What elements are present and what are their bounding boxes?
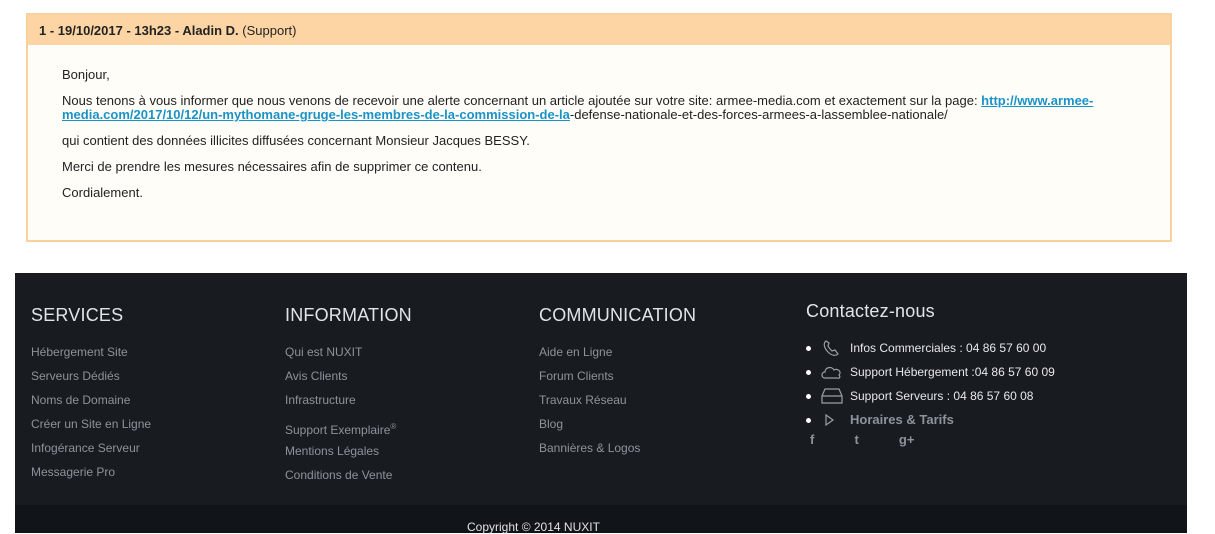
server-icon bbox=[821, 388, 843, 404]
ticket-body: Bonjour, Nous tenons à vous informer que… bbox=[28, 45, 1170, 200]
contact-horaires-label: Horaires & Tarifs bbox=[850, 412, 954, 427]
contact-horaires[interactable]: Horaires & Tarifs bbox=[806, 408, 1166, 432]
social-links: f t g+ bbox=[810, 431, 939, 449]
footer-link-conditions[interactable]: Conditions de Vente bbox=[285, 463, 412, 487]
bullet bbox=[806, 418, 811, 423]
ticket-author-role: (Support) bbox=[242, 23, 297, 38]
contact-serveurs-label: Support Serveurs : bbox=[850, 389, 951, 403]
ticket-header: 1 - 19/10/2017 - 13h23 - Aladin D. (Supp… bbox=[28, 15, 1170, 45]
cloud-icon bbox=[821, 366, 841, 379]
footer-bottom-bar: Copyright © 2014 NUXIT bbox=[15, 505, 1187, 534]
ticket-paragraph-alert: Nous tenons à vous informer que nous ven… bbox=[62, 94, 1136, 122]
contact-commercial: Infos Commerciales : 04 86 57 60 00 bbox=[806, 336, 1166, 360]
contact-commercial-phone: 04 86 57 60 00 bbox=[962, 341, 1047, 355]
ticket-link-suffix: -defense-nationale-et-des-forces-armees-… bbox=[569, 107, 948, 122]
footer-link-forum[interactable]: Forum Clients bbox=[539, 364, 696, 388]
google-plus-icon[interactable]: g+ bbox=[899, 432, 939, 447]
contact-hebergement: Support Hébergement :04 86 57 60 09 bbox=[806, 360, 1166, 384]
footer-information: INFORMATION Qui est NUXIT Avis Clients I… bbox=[285, 305, 412, 487]
ticket-greeting: Bonjour, bbox=[62, 67, 110, 82]
ticket-paragraph-content: qui contient des données illicites diffu… bbox=[62, 133, 530, 148]
footer-link-messagerie[interactable]: Messagerie Pro bbox=[31, 460, 151, 484]
footer-contact: Contactez-nous Infos Commerciales : 04 8… bbox=[806, 301, 1166, 501]
footer-information-title: INFORMATION bbox=[285, 305, 412, 325]
ticket-closing: Cordialement. bbox=[62, 185, 143, 200]
footer-link-support[interactable]: Support Exemplaire® bbox=[285, 412, 412, 439]
site-footer: SERVICES Hébergement Site Serveurs Dédié… bbox=[15, 273, 1187, 534]
ticket-paragraph-request: Merci de prendre les mesures nécessaires… bbox=[62, 159, 482, 174]
ticket-paragraph-alert-text: Nous tenons à vous informer que nous ven… bbox=[62, 93, 982, 108]
footer-communication-title: COMMUNICATION bbox=[539, 305, 697, 325]
footer-link-serveurs[interactable]: Serveurs Dédiés bbox=[31, 364, 151, 388]
footer-link-infogerance[interactable]: Infogérance Serveur bbox=[31, 436, 151, 460]
ticket-meta: 1 - 19/10/2017 - 13h23 - Aladin D. bbox=[39, 23, 239, 38]
footer-link-travaux[interactable]: Travaux Réseau bbox=[539, 388, 696, 412]
registered-mark: ® bbox=[390, 422, 397, 431]
bullet bbox=[806, 394, 811, 399]
footer-link-bannieres[interactable]: Bannières & Logos bbox=[539, 436, 696, 460]
ticket-message: 1 - 19/10/2017 - 13h23 - Aladin D. (Supp… bbox=[26, 13, 1172, 242]
phone-icon bbox=[823, 340, 839, 356]
footer-link-qui-est[interactable]: Qui est NUXIT bbox=[285, 340, 412, 364]
footer-link-infrastructure[interactable]: Infrastructure bbox=[285, 388, 412, 412]
bullet bbox=[806, 346, 811, 351]
footer-link-blog[interactable]: Blog bbox=[539, 412, 696, 436]
contact-hebergement-phone: 04 86 57 60 09 bbox=[974, 365, 1055, 379]
contact-commercial-label: Infos Commerciales : bbox=[850, 341, 963, 355]
footer-link-creer-site[interactable]: Créer un Site en Ligne bbox=[31, 412, 151, 436]
facebook-icon[interactable]: f bbox=[810, 432, 850, 447]
contact-serveurs-phone: 04 86 57 60 08 bbox=[950, 389, 1034, 403]
bullet bbox=[806, 370, 811, 375]
footer-services: SERVICES Hébergement Site Serveurs Dédié… bbox=[31, 305, 151, 484]
footer-services-title: SERVICES bbox=[31, 305, 124, 325]
twitter-icon[interactable]: t bbox=[854, 432, 894, 447]
footer-link-support-label: Support Exemplaire bbox=[285, 423, 391, 437]
contact-hebergement-label: Support Hébergement : bbox=[850, 365, 975, 379]
footer-link-aide[interactable]: Aide en Ligne bbox=[539, 340, 696, 364]
footer-link-domaine[interactable]: Noms de Domaine bbox=[31, 388, 151, 412]
play-arrow-icon bbox=[825, 413, 835, 427]
copyright: Copyright © 2014 NUXIT bbox=[467, 520, 600, 534]
contact-serveurs: Support Serveurs : 04 86 57 60 08 bbox=[806, 384, 1166, 408]
footer-communication: COMMUNICATION Aide en Ligne Forum Client… bbox=[539, 305, 696, 460]
footer-link-avis[interactable]: Avis Clients bbox=[285, 364, 412, 388]
footer-link-hebergement[interactable]: Hébergement Site bbox=[31, 340, 151, 364]
footer-link-mentions[interactable]: Mentions Légales bbox=[285, 439, 412, 463]
footer-contact-title: Contactez-nous bbox=[806, 301, 935, 321]
